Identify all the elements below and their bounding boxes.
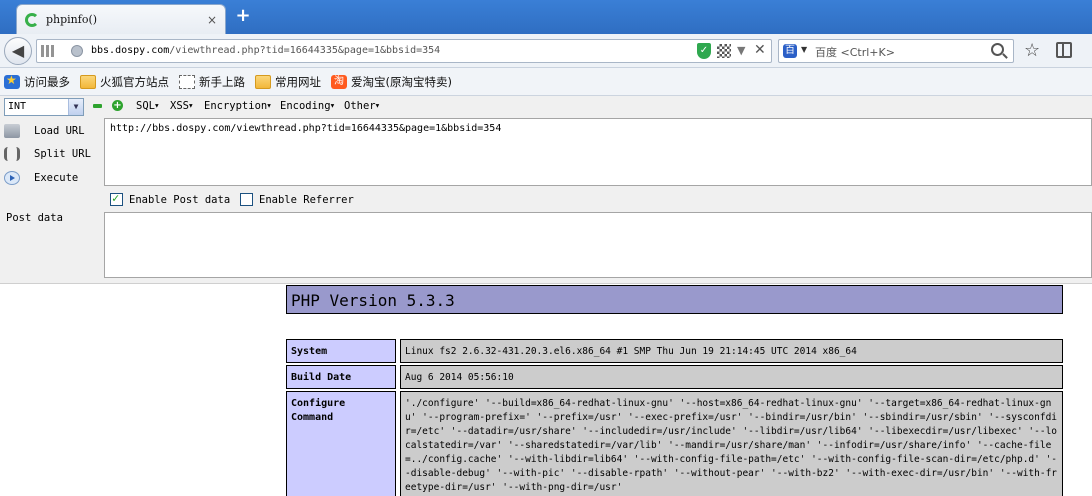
site-identity-icon[interactable] — [71, 45, 83, 57]
decrease-icon[interactable] — [93, 104, 102, 108]
back-button[interactable]: ◀ — [4, 37, 32, 65]
tab-title: phpinfo() — [46, 13, 98, 26]
most-visited-icon — [4, 73, 20, 89]
menu-encoding[interactable]: Encoding▼ — [280, 100, 334, 112]
hackbar-toolbar: INT ▼ + SQL▼ XSS▼ Encryption▼ Encoding▼ O… — [0, 96, 1092, 118]
php-version-header: PHP Version 5.3.3 — [286, 285, 1063, 314]
bookmark-most-visited[interactable]: 访问最多 — [4, 73, 70, 90]
row-key: Configure Command — [286, 391, 396, 496]
row-value: './configure' '--build=x86_64-redhat-lin… — [400, 391, 1063, 496]
baidu-icon[interactable]: 百 — [783, 44, 797, 58]
engine-dropdown-icon[interactable]: ▼ — [801, 45, 807, 54]
checkbox-checked[interactable] — [110, 191, 123, 206]
bookmark-common-sites[interactable]: 常用网址 — [255, 74, 321, 90]
post-data-label: Post data — [6, 212, 63, 224]
tab-strip: phpinfo() × + — [0, 0, 1092, 34]
folder-icon — [80, 74, 96, 89]
menu-encryption[interactable]: Encryption▼ — [204, 100, 271, 112]
play-icon — [4, 171, 20, 185]
history-dropdown-icon[interactable]: ▼ — [737, 44, 745, 57]
bookmarks-list-icon[interactable] — [1056, 42, 1072, 58]
menu-sql[interactable]: SQL▼ — [136, 100, 159, 112]
menu-xss[interactable]: XSS▼ — [170, 100, 193, 112]
table-row: Build Date Aug 6 2014 05:56:10 — [286, 365, 1063, 389]
bookmarks-bar: 访问最多 火狐官方站点 新手上路 常用网址 淘爱淘宝(原淘宝特卖) — [0, 68, 1092, 96]
loading-icon — [25, 12, 39, 27]
bookmark-aitaobao[interactable]: 淘爱淘宝(原淘宝特卖) — [331, 74, 452, 90]
enable-referrer-checkbox[interactable]: Enable Referrer — [240, 193, 354, 206]
new-tab-button[interactable]: + — [234, 6, 252, 26]
execute-button[interactable]: Execute — [4, 171, 78, 185]
search-bar[interactable]: 百 ▼ 百度 <Ctrl+K> — [778, 39, 1014, 63]
close-tab-icon[interactable]: × — [207, 13, 217, 27]
hackbar-options: Enable Post data Enable Referrer — [104, 186, 1092, 212]
url-text[interactable]: bbs.dospy.com/viewthread.php?tid=1664433… — [91, 45, 440, 56]
menu-other[interactable]: Other▼ — [344, 100, 379, 112]
tab-phpinfo[interactable]: phpinfo() × — [16, 4, 226, 34]
bookmark-star-icon[interactable]: ☆ — [1024, 40, 1040, 61]
load-url-button[interactable]: Load URL — [4, 124, 85, 138]
table-row: Configure Command './configure' '--build… — [286, 391, 1063, 496]
scissors-icon — [4, 147, 20, 161]
grid-icon[interactable] — [41, 45, 55, 57]
post-data-textarea[interactable] — [104, 212, 1092, 278]
url-textarea[interactable]: http://bbs.dospy.com/viewthread.php?tid=… — [104, 118, 1092, 186]
bookmark-getting-started[interactable]: 新手上路 — [179, 74, 245, 90]
enable-post-checkbox[interactable]: Enable Post data — [110, 191, 230, 206]
taobao-icon: 淘 — [331, 74, 347, 89]
navigation-bar: ◀ bbs.dospy.com/viewthread.php?tid=16644… — [0, 34, 1092, 68]
search-icon[interactable] — [991, 43, 1004, 56]
checkbox-unchecked[interactable] — [240, 193, 253, 206]
page-title: PHP Version 5.3.3 — [291, 291, 455, 310]
page-icon — [179, 74, 195, 89]
row-value: Linux fs2 2.6.32-431.20.3.el6.x86_64 #1 … — [400, 339, 1063, 363]
hackbar-divider — [0, 278, 1092, 284]
address-bar[interactable]: bbs.dospy.com/viewthread.php?tid=1664433… — [36, 39, 772, 63]
row-key: System — [286, 339, 396, 363]
split-url-button[interactable]: Split URL — [4, 147, 91, 161]
increase-icon[interactable]: + — [112, 100, 123, 111]
bookmark-firefox-site[interactable]: 火狐官方站点 — [80, 74, 169, 90]
type-select[interactable]: INT ▼ — [4, 98, 84, 116]
clear-icon[interactable]: ✕ — [754, 42, 766, 58]
shield-icon[interactable]: ✓ — [697, 43, 711, 59]
qr-code-icon[interactable] — [717, 44, 731, 58]
table-row: System Linux fs2 2.6.32-431.20.3.el6.x86… — [286, 339, 1063, 363]
row-value: Aug 6 2014 05:56:10 — [400, 365, 1063, 389]
folder-icon — [255, 74, 271, 89]
chevron-down-icon[interactable]: ▼ — [68, 99, 83, 115]
search-input[interactable]: 百度 <Ctrl+K> — [815, 44, 895, 60]
row-key: Build Date — [286, 365, 396, 389]
load-icon — [4, 124, 20, 138]
